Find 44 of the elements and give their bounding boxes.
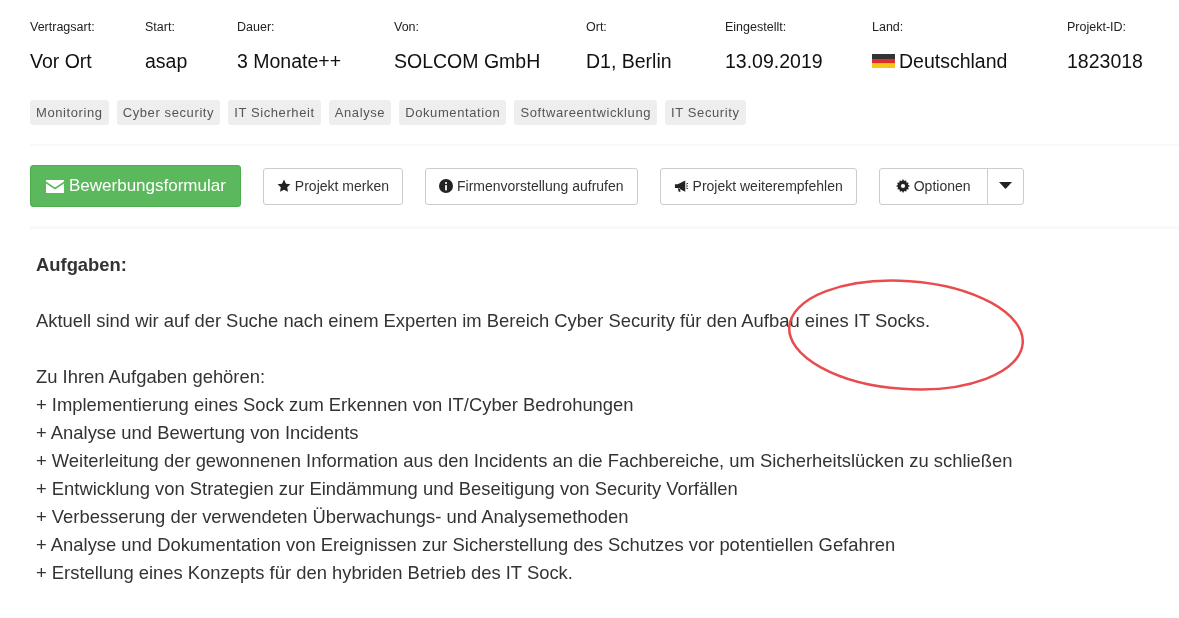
options-button[interactable]: Optionen — [878, 167, 988, 205]
field-label: Start: — [145, 19, 175, 36]
field-label: Projekt-ID: — [1067, 19, 1127, 36]
task-item: + Analyse und Bewertung von Incidents — [36, 421, 360, 445]
caret-icon — [998, 182, 1012, 190]
megaphone-icon — [673, 179, 689, 193]
field-value: Vor Ort — [30, 48, 92, 74]
task-item: + Implementierung eines Sock zum Erkennen von IT/Cyber Bedrohungen — [36, 393, 635, 417]
task-item: + Erstellung eines Konzepts für den hybriden Betrieb des IT Sock. — [36, 561, 574, 585]
task-item: + Analyse und Dokumentation von Ereignissen zur Sicherstellung des Schutzes vor potentiellen Gefahren — [36, 533, 897, 557]
dropdown-toggle[interactable] — [986, 167, 1024, 205]
field-value: 13.09.2019 — [725, 48, 823, 74]
tag[interactable]: Softwareentwicklung — [514, 100, 658, 125]
tag[interactable]: Monitoring — [30, 100, 109, 125]
tag[interactable]: IT Sicherheit — [228, 100, 321, 125]
list-title: Zu Ihren Aufgaben gehören: — [36, 365, 267, 389]
field-value: asap — [145, 48, 188, 74]
action-button[interactable]: Projekt weiterempfehlen — [659, 167, 857, 205]
flag-icon — [872, 54, 895, 69]
field-value: D1, Berlin — [586, 48, 672, 74]
settings-icon — [895, 179, 910, 193]
task-item: + Entwicklung von Strategien zur Eindämmung und Beseitigung von Security Vorfällen — [36, 477, 739, 501]
field-label: Vertragsart: — [30, 19, 95, 36]
field-label: Von: — [394, 19, 420, 36]
field-value: 3 Monate++ — [237, 48, 342, 74]
section-heading: Aufgaben: — [36, 253, 128, 277]
info-icon — [439, 179, 453, 193]
action-button[interactable]: Projekt merken — [262, 167, 403, 205]
star-icon — [276, 179, 291, 193]
field-value: Deutschland — [872, 46, 1008, 76]
envelope-icon — [45, 178, 65, 194]
field-label: Dauer: — [237, 19, 275, 36]
field-label: Eingestellt: — [725, 19, 787, 36]
field-value: SOLCOM GmbH — [394, 48, 541, 74]
field-label: Ort: — [586, 19, 607, 36]
tag[interactable]: Analyse — [328, 100, 392, 125]
tag[interactable]: IT Security — [665, 100, 746, 125]
task-item: + Weiterleitung der gewonnenen Information aus den Incidents an die Fachbereiche, um Sicherheitslücken zu schließen — [36, 449, 1014, 473]
tag[interactable]: Dokumentation — [399, 100, 507, 125]
action-button[interactable]: Firmenvorstellung aufrufen — [425, 167, 638, 205]
task-item: + Verbesserung der verwendeten Überwachungs- und Analysemethoden — [36, 505, 630, 529]
tag[interactable]: Cyber security — [116, 100, 221, 125]
field-label: Land: — [872, 19, 904, 36]
field-value: 1823018 — [1067, 48, 1143, 74]
